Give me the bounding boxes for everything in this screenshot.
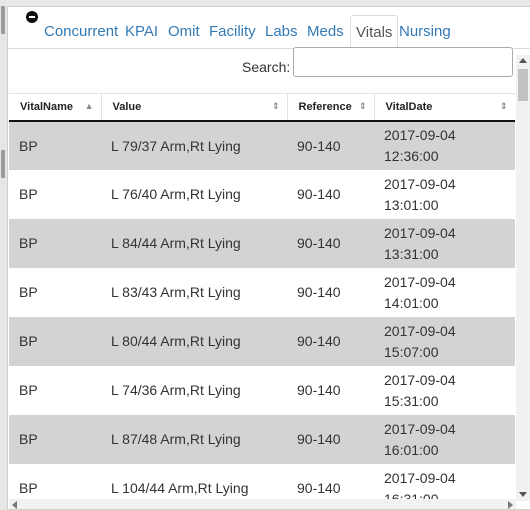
date-text: 2017-09-04 — [384, 322, 456, 339]
vital-name-cell: BP — [9, 218, 101, 268]
vital-value-cell: L 87/48 Arm,Rt Lying — [101, 414, 287, 464]
tab-omit[interactable]: Omit — [163, 15, 205, 49]
scroll-left-icon[interactable] — [12, 501, 17, 509]
vitals-table-container: VitalName ▲ Value ⇕ Reference ⇕ VitalDat… — [9, 93, 515, 499]
table-row[interactable]: BP L 83/43 Arm,Rt Lying 90-140 2017-09-0… — [9, 267, 515, 317]
vital-value-cell: L 74/36 Arm,Rt Lying — [101, 365, 287, 415]
vital-name-cell: BP — [9, 414, 101, 464]
reference-cell: 90-140 — [287, 316, 374, 366]
vital-date-cell: 2017-09-04 12:36:00 — [374, 120, 515, 170]
vital-name-cell: BP — [9, 316, 101, 366]
tab-labs[interactable]: Labs — [260, 15, 303, 49]
table-header-row: VitalName ▲ Value ⇕ Reference ⇕ VitalDat… — [9, 93, 515, 122]
column-header-label: Reference — [298, 100, 352, 113]
left-edge-marker — [1, 6, 5, 34]
time-text: 16:01:00 — [384, 441, 439, 458]
sort-both-icon: ⇕ — [358, 101, 367, 111]
reference-cell: 90-140 — [287, 463, 374, 499]
date-text: 2017-09-04 — [384, 175, 456, 192]
vital-value-cell: L 76/40 Arm,Rt Lying — [101, 169, 287, 219]
scrollbar-thumb[interactable] — [518, 69, 528, 101]
vital-date-cell: 2017-09-04 16:31:00 — [374, 463, 515, 500]
vital-name-cell: BP — [9, 365, 101, 415]
column-header-vitalname[interactable]: VitalName ▲ — [9, 93, 102, 122]
vital-date-cell: 2017-09-04 13:31:00 — [374, 218, 515, 268]
table-row[interactable]: BP L 80/44 Arm,Rt Lying 90-140 2017-09-0… — [9, 316, 515, 366]
search-label: Search: — [242, 59, 291, 75]
date-text: 2017-09-04 — [384, 469, 456, 486]
vital-date-cell: 2017-09-04 15:07:00 — [374, 316, 515, 366]
time-text: 16:31:00 — [384, 490, 439, 500]
vitals-panel: Concurrent KPAI Omit Facility Labs Meds … — [7, 6, 530, 510]
tab-kpai[interactable]: KPAI — [120, 15, 163, 49]
column-header-value[interactable]: Value ⇕ — [101, 93, 288, 122]
vital-date-cell: 2017-09-04 13:01:00 — [374, 169, 515, 219]
column-header-reference[interactable]: Reference ⇕ — [287, 93, 375, 122]
vital-name-cell: BP — [9, 169, 101, 219]
scroll-right-icon[interactable] — [508, 501, 513, 509]
column-header-label: VitalDate — [385, 100, 433, 113]
table-row[interactable]: BP L 76/40 Arm,Rt Lying 90-140 2017-09-0… — [9, 169, 515, 219]
vital-value-cell: L 83/43 Arm,Rt Lying — [101, 267, 287, 317]
table-row[interactable]: BP L 74/36 Arm,Rt Lying 90-140 2017-09-0… — [9, 365, 515, 415]
horizontal-scrollbar[interactable] — [9, 499, 516, 509]
vital-name-cell: BP — [9, 267, 101, 317]
vital-value-cell: L 79/37 Arm,Rt Lying — [101, 120, 287, 170]
vital-name-cell: BP — [9, 120, 101, 170]
reference-cell: 90-140 — [287, 120, 374, 170]
scroll-up-icon[interactable] — [519, 58, 527, 63]
table-row[interactable]: BP L 87/48 Arm,Rt Lying 90-140 2017-09-0… — [9, 414, 515, 464]
vertical-scrollbar[interactable] — [516, 55, 530, 501]
reference-cell: 90-140 — [287, 218, 374, 268]
vital-name-cell: BP — [9, 463, 101, 499]
vital-value-cell: L 84/44 Arm,Rt Lying — [101, 218, 287, 268]
vital-value-cell: L 80/44 Arm,Rt Lying — [101, 316, 287, 366]
table-row[interactable]: BP L 84/44 Arm,Rt Lying 90-140 2017-09-0… — [9, 218, 515, 268]
column-header-vitaldate[interactable]: VitalDate ⇕ — [374, 93, 515, 122]
date-text: 2017-09-04 — [384, 127, 456, 143]
left-edge-strip — [0, 0, 7, 510]
reference-cell: 90-140 — [287, 414, 374, 464]
time-text: 13:31:00 — [384, 245, 439, 262]
left-edge-marker — [1, 150, 5, 178]
sort-both-icon: ⇕ — [499, 101, 508, 111]
table-row[interactable]: BP L 79/37 Arm,Rt Lying 90-140 2017-09-0… — [9, 120, 515, 170]
tab-meds[interactable]: Meds — [302, 15, 349, 49]
time-text: 14:01:00 — [384, 294, 439, 311]
vital-date-cell: 2017-09-04 15:31:00 — [374, 365, 515, 415]
reference-cell: 90-140 — [287, 365, 374, 415]
tab-nursing[interactable]: Nursing — [394, 15, 456, 49]
search-input[interactable] — [293, 47, 513, 77]
vital-value-cell: L 104/44 Arm,Rt Lying — [101, 463, 287, 499]
table-row[interactable]: BP L 104/44 Arm,Rt Lying 90-140 2017-09-… — [9, 463, 515, 500]
column-header-label: Value — [112, 100, 142, 113]
date-text: 2017-09-04 — [384, 420, 456, 437]
vital-date-cell: 2017-09-04 14:01:00 — [374, 267, 515, 317]
tab-bar: Concurrent KPAI Omit Facility Labs Meds … — [8, 11, 530, 50]
time-text: 15:07:00 — [384, 343, 439, 360]
vital-date-cell: 2017-09-04 16:01:00 — [374, 414, 515, 464]
time-text: 13:01:00 — [384, 196, 439, 213]
time-text: 15:31:00 — [384, 392, 439, 409]
date-text: 2017-09-04 — [384, 273, 456, 290]
vitals-table: VitalName ▲ Value ⇕ Reference ⇕ VitalDat… — [9, 93, 515, 499]
scroll-down-icon[interactable] — [519, 492, 527, 497]
date-text: 2017-09-04 — [384, 371, 456, 388]
reference-cell: 90-140 — [287, 169, 374, 219]
column-header-label: VitalName — [20, 100, 73, 113]
tab-vitals[interactable]: Vitals — [350, 15, 399, 50]
sort-both-icon: ⇕ — [271, 101, 280, 111]
sort-ascending-icon: ▲ — [84, 101, 94, 111]
tab-concurrent[interactable]: Concurrent — [39, 15, 123, 49]
collapse-icon[interactable] — [26, 11, 38, 23]
tab-facility[interactable]: Facility — [204, 15, 261, 49]
time-text: 12:36:00 — [384, 148, 439, 164]
date-text: 2017-09-04 — [384, 224, 456, 241]
reference-cell: 90-140 — [287, 267, 374, 317]
